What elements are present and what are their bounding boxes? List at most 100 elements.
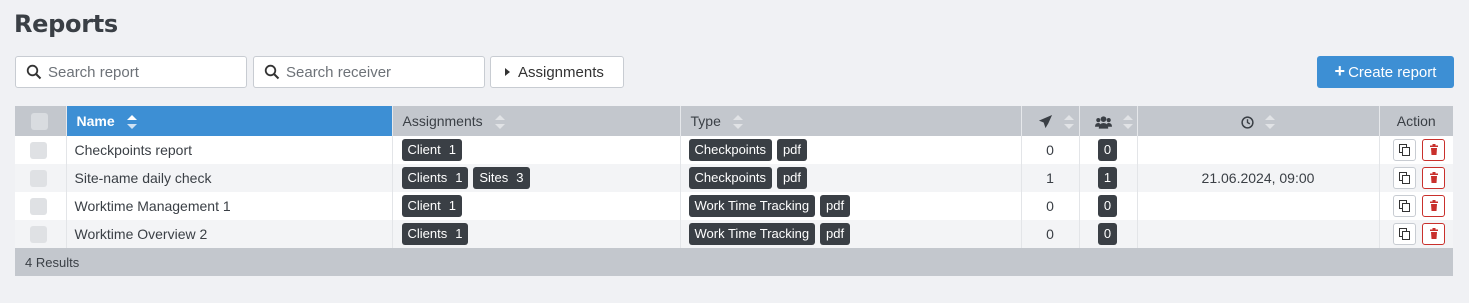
assignments-cell: Clients 1 — [392, 220, 681, 248]
column-header-sent[interactable] — [1021, 106, 1080, 136]
assignment-tag-count: 1 — [448, 142, 456, 157]
schedule-cell: 21.06.2024, 09:00 — [1137, 164, 1380, 192]
column-header-action: Action — [1379, 106, 1453, 136]
receivers-cell: 1 — [1079, 164, 1138, 192]
schedule-cell — [1137, 192, 1380, 220]
delete-button[interactable] — [1422, 139, 1445, 161]
column-header-type[interactable]: Type — [680, 106, 1022, 136]
assignments-cell: Clients 1 Sites 3 — [392, 164, 681, 192]
report-name[interactable]: Worktime Management 1 — [66, 192, 393, 220]
assignment-tag: Clients 1 — [401, 223, 469, 245]
table-row[interactable]: Site-name daily check Clients 1 Sites 3 Ch… — [15, 164, 1453, 192]
assignments-cell: Client 1 — [392, 192, 681, 220]
create-report-label: Create report — [1348, 63, 1437, 81]
type-tag: Checkpoints — [688, 139, 773, 161]
assignment-tag-label: Clients — [407, 170, 448, 185]
column-header-assignments-label: Assignments — [402, 112, 483, 129]
format-tag: pdf — [820, 195, 851, 217]
column-header-type-label: Type — [690, 112, 721, 129]
action-cell — [1379, 192, 1453, 220]
delete-button[interactable] — [1422, 195, 1445, 217]
assignments-toggle-label: Assignments — [518, 63, 604, 81]
row-checkbox-cell[interactable] — [15, 192, 67, 220]
copy-button[interactable] — [1393, 223, 1417, 245]
copy-button[interactable] — [1393, 139, 1417, 161]
format-tag: pdf — [776, 167, 808, 189]
copy-button[interactable] — [1393, 195, 1417, 217]
search-report-input[interactable] — [48, 63, 228, 81]
column-header-receivers[interactable] — [1079, 106, 1138, 136]
sort-icon — [1265, 115, 1276, 130]
copy-icon — [1399, 200, 1411, 212]
assignment-tag: Sites 3 — [473, 167, 530, 189]
copy-button[interactable] — [1393, 167, 1417, 189]
receivers-count: 0 — [1097, 139, 1118, 161]
column-header-name[interactable]: Name — [66, 106, 393, 136]
row-checkbox[interactable] — [30, 197, 47, 215]
row-checkbox[interactable] — [30, 225, 47, 243]
plus-icon: + — [1334, 60, 1346, 81]
assignment-tag-count: 3 — [516, 170, 524, 185]
search-icon — [26, 64, 42, 80]
row-checkbox-cell[interactable] — [15, 220, 67, 248]
sort-icon — [126, 115, 137, 130]
toolbar: Assignments + Create report — [15, 56, 1454, 88]
row-checkbox-cell[interactable] — [15, 136, 67, 164]
assignment-tag-count: 1 — [455, 226, 463, 241]
sent-count: 0 — [1021, 220, 1080, 248]
receivers-count: 0 — [1097, 195, 1118, 217]
sort-icon — [1123, 115, 1134, 130]
select-all-checkbox[interactable] — [31, 112, 48, 130]
search-receiver-box[interactable] — [253, 56, 485, 88]
receivers-count: 0 — [1097, 223, 1118, 245]
caret-right-icon — [505, 68, 510, 76]
row-checkbox-cell[interactable] — [15, 164, 67, 192]
table-row[interactable]: Worktime Overview 2 Clients 1 Work Time T… — [15, 220, 1453, 248]
schedule-cell — [1137, 220, 1380, 248]
assignment-tag-label: Client — [407, 142, 441, 157]
select-all-header[interactable] — [15, 106, 67, 136]
assignment-tag: Client 1 — [401, 195, 462, 217]
receivers-cell: 0 — [1079, 192, 1138, 220]
action-cell — [1379, 164, 1453, 192]
sort-icon — [732, 115, 743, 130]
clock-icon — [1240, 116, 1254, 129]
action-cell — [1379, 136, 1453, 164]
type-tag: Work Time Tracking — [688, 223, 816, 245]
copy-icon — [1399, 144, 1411, 156]
users-icon — [1094, 116, 1112, 129]
receivers-cell: 0 — [1079, 220, 1138, 248]
search-icon — [264, 64, 280, 80]
column-header-name-label: Name — [76, 112, 115, 129]
column-header-schedule[interactable] — [1137, 106, 1380, 136]
table-row[interactable]: Checkpoints report Client 1 Checkpoints p… — [15, 136, 1453, 164]
page-title: Reports — [14, 10, 118, 38]
trash-icon — [1430, 228, 1438, 239]
search-receiver-input[interactable] — [286, 63, 466, 81]
report-name[interactable]: Checkpoints report — [66, 136, 393, 164]
table-row[interactable]: Worktime Management 1 Client 1 Work Time … — [15, 192, 1453, 220]
type-cell: Checkpoints pdf — [680, 164, 1022, 192]
delete-button[interactable] — [1422, 167, 1445, 189]
format-tag: pdf — [820, 223, 851, 245]
sent-count: 0 — [1021, 192, 1080, 220]
paper-plane-icon — [1038, 115, 1052, 129]
assignments-toggle-button[interactable]: Assignments — [490, 56, 624, 88]
report-name[interactable]: Worktime Overview 2 — [66, 220, 393, 248]
create-report-button[interactable]: + Create report — [1317, 56, 1454, 88]
row-checkbox[interactable] — [30, 169, 47, 187]
receivers-cell: 0 — [1079, 136, 1138, 164]
type-cell: Work Time Tracking pdf — [680, 192, 1022, 220]
action-cell — [1379, 220, 1453, 248]
row-checkbox[interactable] — [30, 141, 47, 159]
search-report-box[interactable] — [15, 56, 247, 88]
report-name[interactable]: Site-name daily check — [66, 164, 393, 192]
delete-button[interactable] — [1422, 223, 1445, 245]
type-cell: Checkpoints pdf — [680, 136, 1022, 164]
assignment-tag-label: Clients — [407, 226, 448, 241]
sort-icon — [1064, 114, 1075, 129]
copy-icon — [1399, 172, 1411, 184]
column-header-action-label: Action — [1396, 113, 1436, 129]
column-header-assignments[interactable]: Assignments — [392, 106, 681, 136]
assignment-tag: Client 1 — [401, 139, 462, 161]
